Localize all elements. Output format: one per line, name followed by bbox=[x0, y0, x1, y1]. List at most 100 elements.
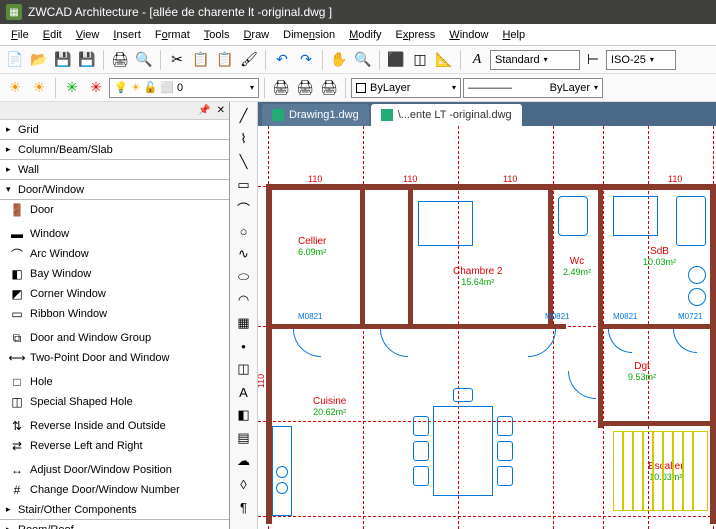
rev1-icon: ⇅ bbox=[8, 419, 26, 433]
hatch-icon[interactable]: ▦ bbox=[233, 313, 255, 333]
undo-icon[interactable]: ↶ bbox=[271, 49, 293, 71]
menu-window[interactable]: Window bbox=[442, 27, 495, 43]
panel-pin-icon[interactable]: 📌 bbox=[198, 105, 210, 116]
category-row[interactable]: ▸Grid bbox=[0, 120, 229, 140]
pan-icon[interactable]: ✋ bbox=[328, 49, 350, 71]
spline-icon[interactable]: ∿ bbox=[233, 244, 255, 264]
block-icon[interactable]: ◫ bbox=[233, 359, 255, 379]
table-icon[interactable]: ▤ bbox=[233, 428, 255, 448]
menu-format[interactable]: Format bbox=[148, 27, 197, 43]
menu-file[interactable]: File bbox=[4, 27, 36, 43]
tree-item[interactable]: ⧉Door and Window Group bbox=[0, 328, 229, 348]
arc2-icon[interactable]: ⌒ bbox=[233, 198, 255, 218]
line-icon[interactable]: ╱ bbox=[233, 106, 255, 126]
paste-icon[interactable]: 📋 bbox=[214, 49, 236, 71]
text-style-combo[interactable]: Standard▾ bbox=[490, 50, 580, 70]
layer-g-icon[interactable]: 🖨 bbox=[318, 77, 340, 99]
tree-item[interactable]: ▭Ribbon Window bbox=[0, 304, 229, 324]
window-title: ZWCAD Architecture - [allée de charente … bbox=[28, 5, 332, 19]
menu-insert[interactable]: Insert bbox=[106, 27, 148, 43]
menu-view[interactable]: View bbox=[69, 27, 107, 43]
linetype-combo[interactable]: ———— ByLayer▾ bbox=[463, 78, 603, 98]
category-row[interactable]: ▸Wall bbox=[0, 160, 229, 180]
mtext-icon[interactable]: ¶ bbox=[233, 497, 255, 517]
bed bbox=[418, 201, 473, 246]
preview-icon[interactable]: 🔍 bbox=[133, 49, 155, 71]
category-row[interactable]: ▸Stair/Other Components bbox=[0, 500, 229, 520]
drawing-canvas[interactable]: 110 110 110 110 110 Cellier6.09m² Chambr… bbox=[258, 126, 716, 529]
dim-style-combo[interactable]: ISO-25▾ bbox=[606, 50, 676, 70]
tree-item[interactable]: ◧Bay Window bbox=[0, 264, 229, 284]
draw-toolbar: ╱ ⌇ ╲ ▭ ⌒ ○ ∿ ⬭ ◠ ▦ • ◫ A ◧ ▤ ☁ ◊ ¶ bbox=[230, 102, 258, 529]
category-row[interactable]: ▸Room/Roof bbox=[0, 520, 229, 529]
redo-icon[interactable]: ↷ bbox=[295, 49, 317, 71]
sink bbox=[688, 288, 706, 306]
panel-close-icon[interactable]: ✕ bbox=[217, 105, 225, 116]
tree-item[interactable]: ⌒Arc Window bbox=[0, 244, 229, 264]
tree-item[interactable]: #Change Door/Window Number bbox=[0, 480, 229, 500]
toolbar-layer: ☀ ☀ ✳ ✳ 💡☀🔓⬜ 0▾ 🖨 🖨 🖨 ByLayer▾ ———— ByLa… bbox=[0, 74, 716, 102]
tool-c-icon[interactable]: 📐 bbox=[433, 49, 455, 71]
menu-dimension[interactable]: Dimension bbox=[276, 27, 342, 43]
text-icon[interactable]: A bbox=[233, 382, 255, 402]
layer-b-icon[interactable]: ☀ bbox=[28, 77, 50, 99]
print-icon[interactable]: 🖨 bbox=[109, 49, 131, 71]
open-icon[interactable]: 📂 bbox=[28, 49, 50, 71]
window-icon: ▬ bbox=[8, 227, 26, 241]
tree-item[interactable]: ▬Window bbox=[0, 224, 229, 244]
two-icon: ⟷ bbox=[8, 351, 26, 365]
hole-icon: □ bbox=[8, 375, 26, 389]
layer-e-icon[interactable]: 🖨 bbox=[270, 77, 292, 99]
tab-drawing1[interactable]: Drawing1.dwg bbox=[262, 104, 369, 126]
saveas-icon[interactable]: 💾 bbox=[76, 49, 98, 71]
tree-item[interactable]: 🚪Door bbox=[0, 200, 229, 220]
ellipse-icon[interactable]: ⬭ bbox=[233, 267, 255, 287]
ellipse-arc-icon[interactable]: ◠ bbox=[233, 290, 255, 310]
polyline-icon[interactable]: ⌇ bbox=[233, 129, 255, 149]
region-icon[interactable]: ◧ bbox=[233, 405, 255, 425]
tree-item[interactable]: ◩Corner Window bbox=[0, 284, 229, 304]
menu-edit[interactable]: Edit bbox=[36, 27, 69, 43]
menu-tools[interactable]: Tools bbox=[197, 27, 237, 43]
shower bbox=[613, 196, 658, 236]
save-icon[interactable]: 💾 bbox=[52, 49, 74, 71]
chair bbox=[497, 441, 513, 461]
category-row[interactable]: ▾Door/Window bbox=[0, 180, 229, 200]
copy-icon[interactable]: 📋 bbox=[190, 49, 212, 71]
cut-icon[interactable]: ✂ bbox=[166, 49, 188, 71]
tree-item[interactable]: ⇄Reverse Left and Right bbox=[0, 436, 229, 456]
layer-combo[interactable]: 💡☀🔓⬜ 0▾ bbox=[109, 78, 259, 98]
match-icon[interactable]: 🖌 bbox=[238, 49, 260, 71]
tool-a-icon[interactable]: ⬛ bbox=[385, 49, 407, 71]
zoom-icon[interactable]: 🔍 bbox=[352, 49, 374, 71]
tree-item[interactable]: ⟷Two-Point Door and Window bbox=[0, 348, 229, 368]
circle-icon[interactable]: ○ bbox=[233, 221, 255, 241]
tool-b-icon[interactable]: ◫ bbox=[409, 49, 431, 71]
tree-item[interactable]: □Hole bbox=[0, 372, 229, 392]
layer-d-icon[interactable]: ✳ bbox=[85, 77, 107, 99]
color-combo[interactable]: ByLayer▾ bbox=[351, 78, 461, 98]
tree-item[interactable]: ◫Special Shaped Hole bbox=[0, 392, 229, 412]
menu-help[interactable]: Help bbox=[495, 27, 532, 43]
tree-item[interactable]: ↔Adjust Door/Window Position bbox=[0, 460, 229, 480]
layer-a-icon[interactable]: ☀ bbox=[4, 77, 26, 99]
menu-modify[interactable]: Modify bbox=[342, 27, 388, 43]
layer-c-icon[interactable]: ✳ bbox=[61, 77, 83, 99]
menu-draw[interactable]: Draw bbox=[236, 27, 276, 43]
text-style-icon[interactable]: A bbox=[466, 49, 488, 71]
menu-express[interactable]: Express bbox=[389, 27, 443, 43]
wipeout-icon[interactable]: ◊ bbox=[233, 474, 255, 494]
room-cuisine: Cuisine20.62m² bbox=[313, 396, 346, 418]
dimension-label: 110 bbox=[308, 174, 322, 184]
category-row[interactable]: ▸Column/Beam/Slab bbox=[0, 140, 229, 160]
dim-style-icon[interactable]: ⊢ bbox=[582, 49, 604, 71]
new-icon[interactable]: 📄 bbox=[4, 49, 26, 71]
rect-icon[interactable]: ▭ bbox=[233, 175, 255, 195]
revcloud-icon[interactable]: ☁ bbox=[233, 451, 255, 471]
xline-icon[interactable]: ╲ bbox=[233, 152, 255, 172]
door-mark: M0821 bbox=[545, 312, 569, 321]
tab-original[interactable]: \...ente LT -original.dwg bbox=[371, 104, 522, 126]
point-icon[interactable]: • bbox=[233, 336, 255, 356]
layer-f-icon[interactable]: 🖨 bbox=[294, 77, 316, 99]
tree-item[interactable]: ⇅Reverse Inside and Outside bbox=[0, 416, 229, 436]
